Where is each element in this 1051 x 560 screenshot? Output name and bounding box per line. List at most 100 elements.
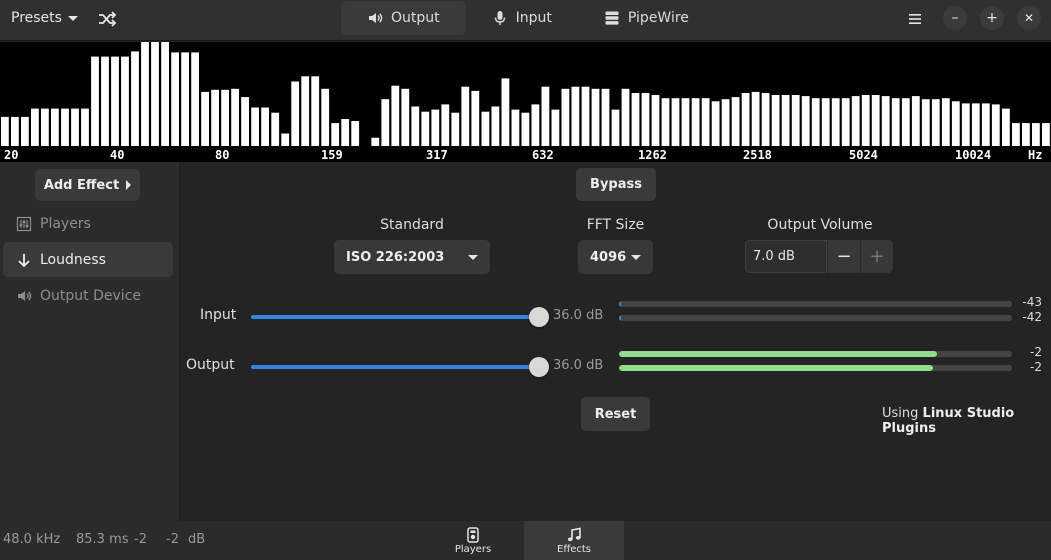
spectrum-bar xyxy=(231,88,239,146)
spectrum-bar xyxy=(61,108,69,146)
bypass-button[interactable]: Bypass xyxy=(576,168,656,201)
output-gain-slider[interactable] xyxy=(251,357,549,377)
volume-decrease-button[interactable]: − xyxy=(827,240,860,273)
spectrum-bar xyxy=(511,109,520,146)
sidebar-item-output-device[interactable]: Output Device xyxy=(3,278,173,313)
input-gain-slider[interactable] xyxy=(251,307,549,327)
spectrum-bar xyxy=(571,86,580,146)
level-unit: dB xyxy=(188,532,206,547)
chevron-down-icon xyxy=(67,15,78,21)
bypass-label: Bypass xyxy=(590,177,642,192)
output-volume-label: Output Volume xyxy=(767,217,873,233)
spectrum-bar xyxy=(21,116,29,146)
spectrum-bar xyxy=(71,108,79,146)
input-level-meter-right xyxy=(619,315,1012,321)
standard-value: ISO 226:2003 xyxy=(346,249,445,265)
spectrum-bar xyxy=(191,52,199,146)
spectrum-bar xyxy=(251,107,259,146)
player-icon xyxy=(467,526,479,543)
spectrum-bar xyxy=(981,103,990,146)
spectrum-bar xyxy=(811,98,820,146)
presets-menu-button[interactable]: Presets xyxy=(3,4,86,32)
spectrum-bar xyxy=(761,93,770,146)
spectrum-bar xyxy=(331,123,340,146)
spectrum-bar xyxy=(371,137,380,146)
spectrum-bar xyxy=(531,104,540,146)
close-icon: ✕ xyxy=(1023,11,1035,25)
spectrum-bar xyxy=(311,76,320,146)
output-slider-knob[interactable] xyxy=(529,357,549,377)
spectrum-bar xyxy=(481,111,490,146)
tab-players[interactable]: Players xyxy=(423,521,523,560)
spectrum-bar xyxy=(1022,123,1030,146)
minimize-button[interactable]: – xyxy=(943,6,967,30)
spectrum-bar xyxy=(711,101,720,146)
spectrum-bar xyxy=(461,86,470,146)
maximize-button[interactable]: + xyxy=(980,6,1004,30)
frequency-tick-label: 40 xyxy=(110,148,124,162)
volume-increase-button[interactable]: + xyxy=(860,240,893,273)
spectrum-bar xyxy=(391,85,400,146)
spectrum-chart: 20 40 80 159 317 632 1262 2518 5024 10024 Hz xyxy=(1,42,1050,162)
spectrum-bar xyxy=(581,86,590,146)
spectrum-bar xyxy=(801,96,810,146)
output-level-right-value: -2 xyxy=(1030,360,1042,374)
shuffle-icon[interactable] xyxy=(96,8,118,30)
spectrum-bar xyxy=(1012,123,1020,146)
tab-output-label: Output xyxy=(391,10,440,26)
spectrum-bar xyxy=(221,89,229,146)
effects-sidebar: Add Effect Players Loudness Output Devic… xyxy=(0,162,180,522)
tab-pipewire[interactable]: PipeWire xyxy=(578,1,715,35)
spectrum-bar xyxy=(341,119,350,146)
spectrum-bar xyxy=(881,96,890,146)
spectrum-bar xyxy=(491,106,500,146)
music-note-icon xyxy=(567,527,581,541)
fft-size-dropdown[interactable]: 4096 xyxy=(578,240,653,274)
spectrum-bar xyxy=(721,99,730,146)
add-effect-button[interactable]: Add Effect xyxy=(35,169,140,201)
output-volume-field[interactable]: 7.0 dB xyxy=(745,240,827,273)
spectrum-bar xyxy=(241,97,249,146)
output-slider-track xyxy=(251,365,539,369)
tab-input[interactable]: Input xyxy=(466,1,578,35)
output-level-fill-right xyxy=(619,365,934,371)
tab-output[interactable]: Output xyxy=(341,1,466,35)
spectrum-bar xyxy=(601,88,610,146)
output-volume-spinbox: 7.0 dB − + xyxy=(745,240,893,273)
spectrum-bar xyxy=(271,112,280,146)
header-tabs: Output Input PipeWire xyxy=(341,1,715,35)
standard-label: Standard xyxy=(380,217,444,233)
spectrum-bar xyxy=(971,103,980,146)
speaker-icon xyxy=(18,290,32,301)
spectrum-bar xyxy=(901,98,910,146)
spectrum-bar xyxy=(791,95,800,146)
main-menu-button[interactable] xyxy=(904,8,926,30)
spectrum-bar xyxy=(301,76,310,146)
add-effect-label: Add Effect xyxy=(43,177,120,193)
input-level-meter-left xyxy=(619,301,1012,307)
maximize-icon: + xyxy=(986,10,998,26)
frequency-tick-label: 20 xyxy=(4,148,18,162)
sidebar-item-loudness[interactable]: Loudness xyxy=(3,242,173,277)
spectrum-bar xyxy=(201,91,209,146)
reset-button[interactable]: Reset xyxy=(581,397,650,431)
input-slider-track xyxy=(251,315,539,319)
standard-dropdown[interactable]: ISO 226:2003 xyxy=(334,240,490,274)
spectrum-bar xyxy=(941,98,950,146)
spectrum-bar xyxy=(821,98,830,146)
spectrum-bar xyxy=(321,88,330,146)
close-button[interactable]: ✕ xyxy=(1017,6,1041,30)
output-gain-label: Output xyxy=(186,357,235,373)
spectrum-bar xyxy=(891,98,900,146)
sidebar-item-players[interactable]: Players xyxy=(3,206,173,241)
input-slider-knob[interactable] xyxy=(529,307,549,327)
tab-effects[interactable]: Effects xyxy=(524,521,624,560)
frequency-tick-label: 632 xyxy=(532,148,554,162)
spectrum-bar xyxy=(91,56,99,146)
spectrum-bar xyxy=(121,56,129,146)
spectrum-bar xyxy=(951,101,960,146)
input-gain-value: 36.0 dB xyxy=(553,308,604,323)
fft-size-value: 4096 xyxy=(590,249,627,265)
spectrum-bar xyxy=(671,98,680,146)
frequency-tick-label: 80 xyxy=(215,148,229,162)
